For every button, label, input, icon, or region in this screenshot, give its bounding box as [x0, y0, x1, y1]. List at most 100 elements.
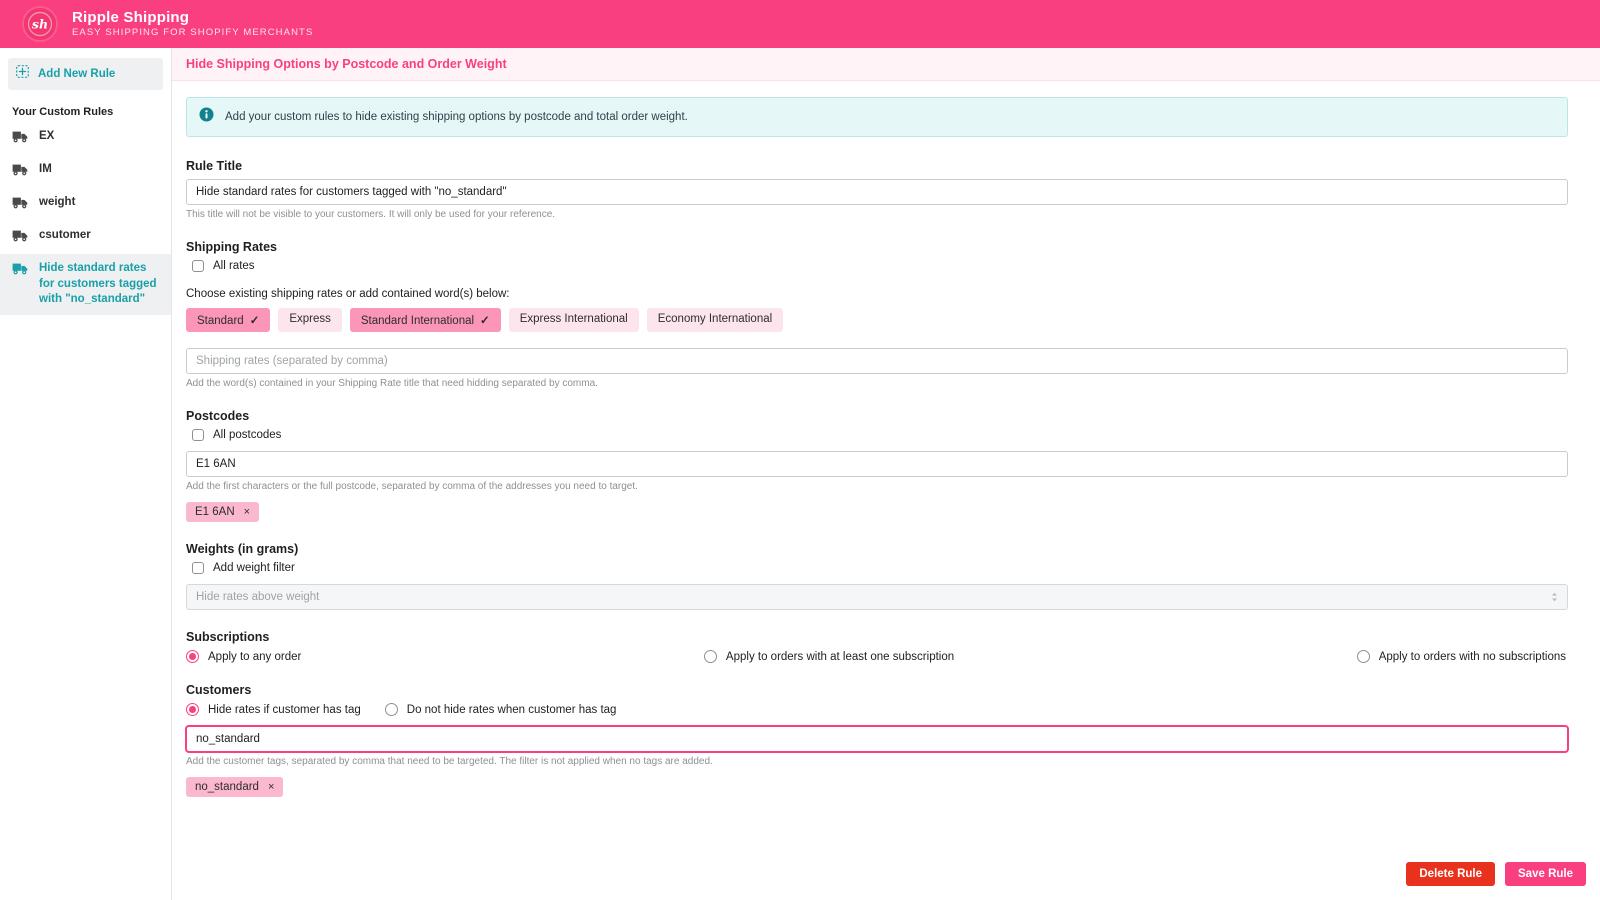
check-icon: ✓	[250, 315, 260, 327]
customer-tags-input[interactable]	[186, 726, 1568, 752]
chevron-updown-icon	[1551, 592, 1558, 602]
sidebar-rule-item[interactable]: csutomer	[0, 221, 171, 254]
weights-label: Weights (in grams)	[186, 542, 1568, 556]
weight-threshold-placeholder: Hide rates above weight	[196, 591, 319, 603]
rule-title-help: This title will not be visible to your c…	[186, 209, 1568, 220]
tag-chip: no_standard ×	[186, 777, 283, 797]
all-postcodes-checkbox[interactable]	[192, 429, 204, 441]
rule-title-input[interactable]	[186, 179, 1568, 205]
remove-tag-icon[interactable]: ×	[268, 781, 274, 793]
subscription-option[interactable]: Apply to any order	[186, 650, 301, 663]
tag-chip: E1 6AN ×	[186, 502, 259, 522]
info-icon	[199, 107, 214, 127]
all-rates-label: All rates	[213, 260, 255, 272]
sidebar-rule-label: EX	[39, 129, 54, 145]
subscription-radio[interactable]	[1357, 650, 1370, 663]
subscription-option[interactable]: Apply to orders with no subscriptions	[1357, 650, 1566, 663]
shipping-rate-chip[interactable]: Economy International	[647, 308, 783, 332]
weight-threshold-select[interactable]: Hide rates above weight	[186, 584, 1568, 610]
customer-tag-mode-option[interactable]: Do not hide rates when customer has tag	[385, 703, 617, 716]
subscription-label: Apply to orders with no subscriptions	[1379, 651, 1566, 663]
add-new-rule-label: Add New Rule	[38, 68, 115, 80]
subscription-radio[interactable]	[704, 650, 717, 663]
truck-icon	[12, 229, 29, 247]
postcodes-label: Postcodes	[186, 409, 1568, 423]
rule-title-label: Rule Title	[186, 159, 1568, 173]
shipping-rate-chip[interactable]: Standard ✓	[186, 308, 270, 332]
delete-rule-button[interactable]: Delete Rule	[1406, 862, 1495, 886]
brand-title: Ripple Shipping	[72, 10, 313, 26]
subscriptions-radio-group: Apply to any order Apply to orders with a…	[186, 650, 1568, 663]
brand-subtitle: EASY SHIPPING FOR SHOPIFY MERCHANTS	[72, 28, 313, 38]
customers-label: Customers	[186, 683, 1568, 697]
sidebar-rule-label: csutomer	[39, 228, 91, 244]
add-weight-filter-checkbox[interactable]	[192, 562, 204, 574]
custom-rules-list: EX IM weight csutomer Hide standard rates fo…	[0, 122, 171, 315]
shipping-rates-chooser-label: Choose existing shipping rates or add co…	[186, 288, 1568, 300]
subscription-label: Apply to any order	[208, 651, 301, 663]
sidebar-rule-item[interactable]: weight	[0, 188, 171, 221]
sidebar-rule-label: IM	[39, 162, 52, 178]
tag-label: E1 6AN	[195, 506, 235, 518]
postcodes-help: Add the first characters or the full pos…	[186, 481, 1568, 492]
app-body: Add New Rule Your Custom Rules EX IM weigh…	[0, 48, 1600, 900]
shipping-rate-chip[interactable]: Express International	[509, 308, 639, 332]
subscription-radio[interactable]	[186, 650, 199, 663]
sidebar-rule-item[interactable]: EX	[0, 122, 171, 155]
postcode-tag-list: E1 6AN ×	[186, 492, 1568, 522]
shipping-rates-input[interactable]	[186, 348, 1568, 374]
brand-logo-icon: sh	[22, 6, 58, 42]
shipping-rate-chip-label: Express	[289, 313, 331, 325]
remove-tag-icon[interactable]: ×	[244, 506, 250, 518]
tag-label: no_standard	[195, 781, 259, 793]
rule-form: Add your custom rules to hide existing s…	[172, 81, 1600, 797]
customer-tag-mode-radio[interactable]	[186, 703, 199, 716]
all-postcodes-label: All postcodes	[213, 429, 281, 441]
customer-tags-help: Add the customer tags, separated by comm…	[186, 756, 1568, 767]
all-rates-checkbox-row[interactable]: All rates	[192, 260, 1568, 272]
subscriptions-label: Subscriptions	[186, 630, 1568, 644]
customer-tag-mode-option[interactable]: Hide rates if customer has tag	[186, 703, 361, 716]
add-weight-filter-checkbox-row[interactable]: Add weight filter	[192, 562, 1568, 574]
page-title-bar: Hide Shipping Options by Postcode and Or…	[172, 48, 1600, 81]
all-rates-checkbox[interactable]	[192, 260, 204, 272]
sidebar: Add New Rule Your Custom Rules EX IM weigh…	[0, 48, 172, 900]
customer-tag-mode-label: Hide rates if customer has tag	[208, 704, 361, 716]
customers-radio-group: Hide rates if customer has tag Do not hid…	[186, 703, 1568, 716]
add-new-rule-button[interactable]: Add New Rule	[8, 58, 163, 90]
sidebar-rule-label: Hide standard rates for customers tagged…	[39, 261, 161, 308]
shipping-rates-label: Shipping Rates	[186, 240, 1568, 254]
shipping-rate-chip-label: Express International	[520, 313, 628, 325]
shipping-rates-help: Add the word(s) contained in your Shippi…	[186, 378, 1568, 389]
add-square-plus-icon	[16, 65, 29, 83]
shipping-rate-chip-label: Standard	[197, 315, 244, 327]
app-header: sh Ripple Shipping EASY SHIPPING FOR SHO…	[0, 0, 1600, 48]
shipping-rate-chip-label: Economy International	[658, 313, 772, 325]
custom-rules-heading: Your Custom Rules	[0, 90, 171, 122]
all-postcodes-checkbox-row[interactable]: All postcodes	[192, 429, 1568, 441]
shipping-rate-chip[interactable]: Express	[278, 308, 342, 332]
customer-tag-mode-label: Do not hide rates when customer has tag	[407, 704, 617, 716]
brand-text: Ripple Shipping EASY SHIPPING FOR SHOPIF…	[72, 10, 313, 39]
subscription-label: Apply to orders with at least one subscr…	[726, 651, 954, 663]
sidebar-rule-item[interactable]: IM	[0, 155, 171, 188]
postcodes-input[interactable]	[186, 451, 1568, 477]
sidebar-rule-label: weight	[39, 195, 75, 211]
add-weight-filter-label: Add weight filter	[213, 562, 295, 574]
shipping-rate-chip-label: Standard International	[361, 315, 474, 327]
customer-tag-list: no_standard ×	[186, 767, 1568, 797]
svg-text:sh: sh	[32, 17, 48, 32]
truck-icon	[12, 196, 29, 214]
subscription-option[interactable]: Apply to orders with at least one subscr…	[704, 650, 954, 663]
page-title: Hide Shipping Options by Postcode and Or…	[186, 57, 1600, 71]
shipping-rate-chips: Standard ✓ Express Standard International ✓ E…	[186, 308, 1568, 332]
truck-icon	[12, 262, 29, 280]
sidebar-rule-item[interactable]: Hide standard rates for customers tagged…	[0, 254, 171, 315]
shipping-rate-chip[interactable]: Standard International ✓	[350, 308, 501, 332]
check-icon: ✓	[480, 315, 490, 327]
customer-tag-mode-radio[interactable]	[385, 703, 398, 716]
truck-icon	[12, 130, 29, 148]
info-banner: Add your custom rules to hide existing s…	[186, 97, 1568, 137]
save-rule-button[interactable]: Save Rule	[1505, 862, 1586, 886]
form-actions: Delete Rule Save Rule	[1406, 862, 1586, 886]
